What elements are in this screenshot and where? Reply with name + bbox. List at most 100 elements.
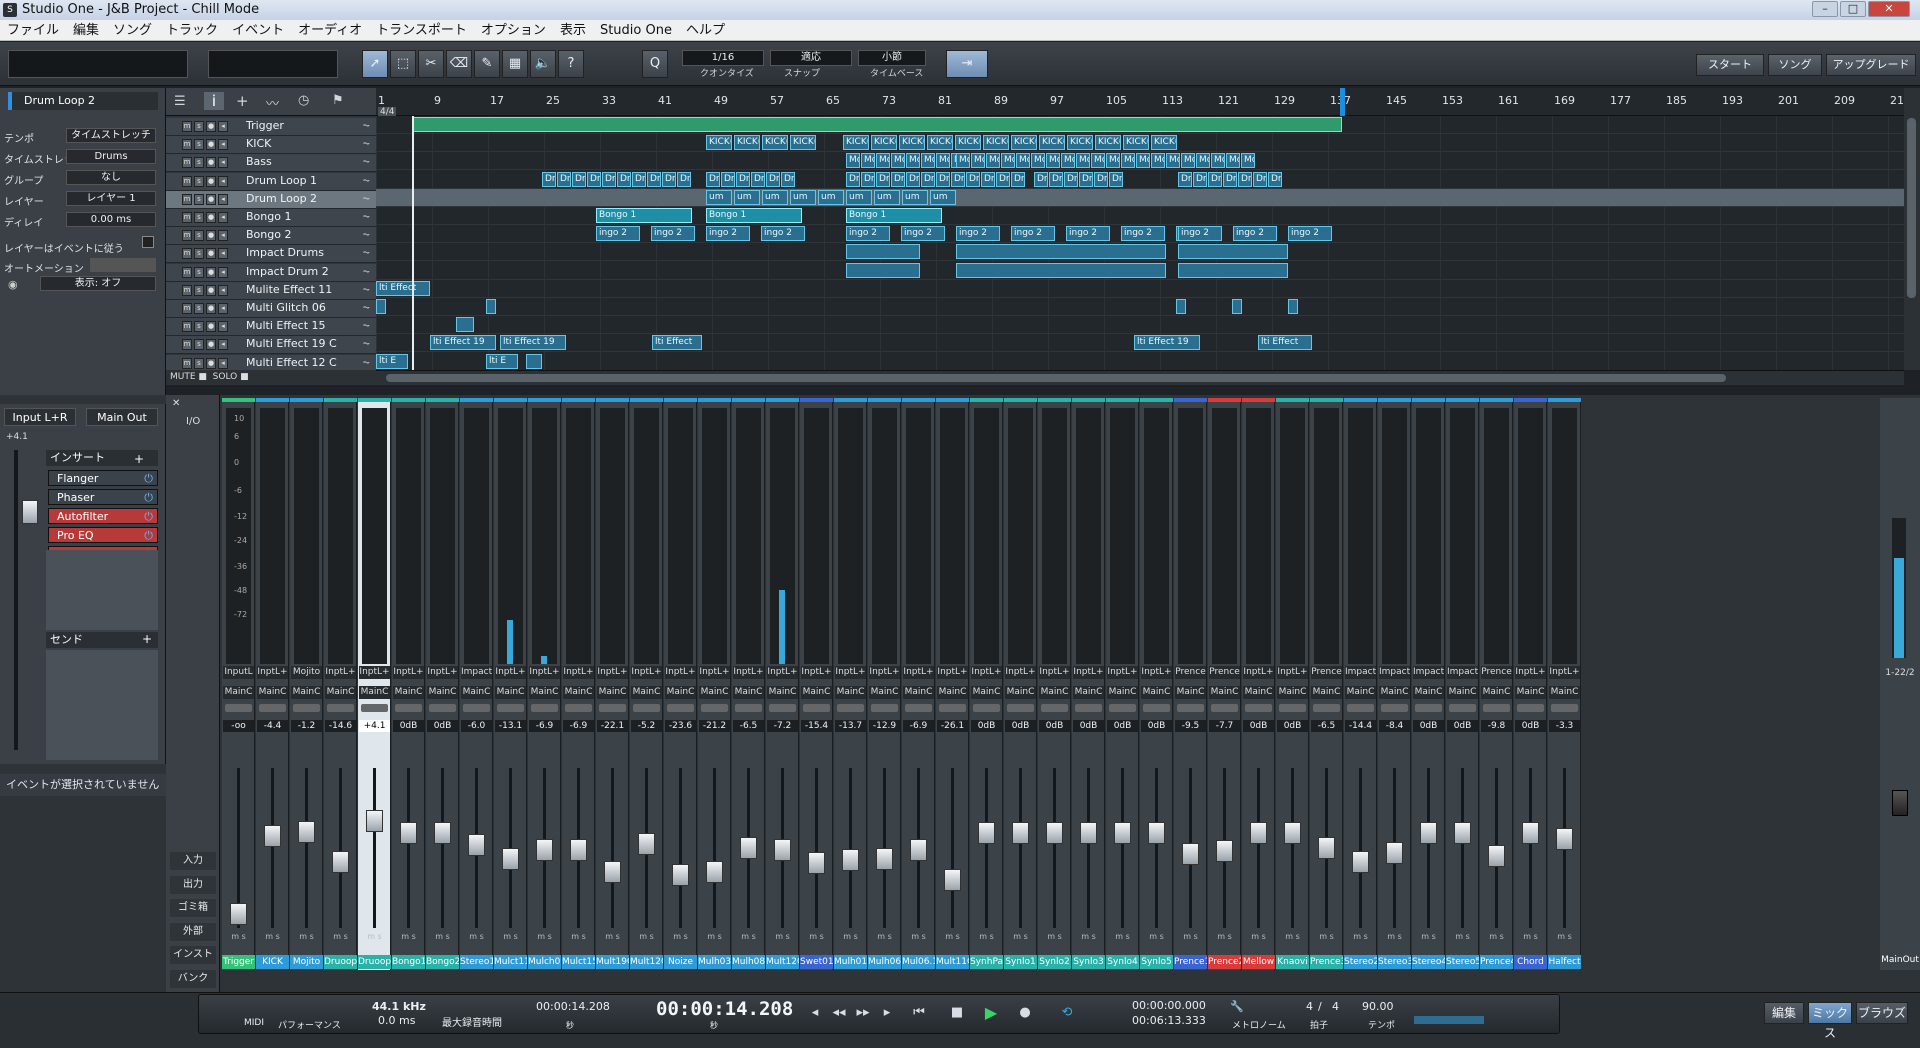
mute-button[interactable]: m bbox=[182, 321, 192, 333]
clip[interactable]: Mc bbox=[1016, 153, 1030, 169]
mixer-channel[interactable]: Impact MainC 0dB m s Stereo5 bbox=[1446, 398, 1479, 970]
pan-slider[interactable] bbox=[259, 704, 286, 712]
mixer-channel[interactable]: InptL+ MainC -7.2 m s Mult12C bbox=[766, 398, 799, 970]
listen-tool-icon[interactable]: 🔈 bbox=[530, 50, 556, 78]
monitor-button[interactable]: ◂ bbox=[218, 321, 228, 333]
clip[interactable]: lti Effect 19 bbox=[500, 335, 566, 351]
solo-button[interactable]: s bbox=[194, 321, 204, 333]
solo-button[interactable]: s bbox=[194, 284, 204, 296]
clip[interactable]: Dr bbox=[1049, 171, 1063, 187]
main-fader[interactable] bbox=[1892, 790, 1908, 816]
track-name[interactable]: Mulite Effect 11 bbox=[246, 283, 332, 296]
preset-dropdown-2[interactable] bbox=[208, 50, 338, 78]
volume-fader[interactable] bbox=[264, 825, 281, 847]
output-select[interactable]: MainC bbox=[1005, 686, 1036, 699]
clip[interactable]: ingo 2 bbox=[651, 226, 695, 242]
eye-icon[interactable]: ◉ bbox=[8, 278, 18, 291]
insert-slot[interactable]: Flanger ⏻ bbox=[48, 470, 158, 486]
input-select[interactable]: InptL+ bbox=[529, 666, 560, 679]
mixer-channel[interactable]: Impact MainC 0dB m s Stereo4 bbox=[1412, 398, 1445, 970]
mute-solo-buttons[interactable]: m s bbox=[1550, 932, 1579, 941]
track-header[interactable]: m s ● ◂ Impact Drum 2 ⏦ bbox=[166, 263, 376, 282]
clip[interactable]: Mc bbox=[906, 153, 920, 169]
pan-slider[interactable] bbox=[701, 704, 728, 712]
volume-readout[interactable]: -12.9 bbox=[869, 720, 900, 732]
channel-name[interactable]: Noize bbox=[664, 955, 697, 969]
output-select[interactable]: MainC bbox=[495, 686, 526, 699]
monitor-button[interactable]: ◂ bbox=[218, 357, 228, 369]
volume-fader[interactable] bbox=[1454, 822, 1471, 844]
track-header[interactable]: m s ● ◂ Bongo 2 ⏦ bbox=[166, 227, 376, 246]
record-arm-button[interactable]: ● bbox=[206, 212, 216, 223]
split-tool-icon[interactable]: ✂ bbox=[418, 50, 444, 78]
channel-name[interactable]: Synlo1 bbox=[1004, 955, 1037, 969]
input-select[interactable]: InptL+ bbox=[801, 666, 832, 679]
channel-name[interactable]: Mulct15 bbox=[562, 955, 595, 969]
monitor-button[interactable]: ◂ bbox=[218, 284, 228, 296]
clip[interactable]: Dr bbox=[602, 171, 616, 187]
volume-readout[interactable]: -6.9 bbox=[563, 720, 594, 732]
channel-name[interactable]: Druoop2 bbox=[358, 955, 391, 969]
track-name[interactable]: Impact Drums bbox=[246, 246, 324, 259]
input-select[interactable]: InptL+ bbox=[427, 666, 458, 679]
clip[interactable]: lti Effect bbox=[652, 335, 702, 351]
track-name[interactable]: Bass bbox=[246, 155, 272, 168]
track-lane[interactable] bbox=[376, 316, 1904, 335]
solo-button[interactable]: s bbox=[194, 139, 204, 151]
channel-name[interactable]: Mult12C bbox=[766, 955, 799, 969]
track-name[interactable]: Drum Loop 2 bbox=[246, 192, 317, 205]
output-select[interactable]: MainC bbox=[1243, 686, 1274, 699]
channel-name[interactable]: Druoop1 bbox=[324, 955, 357, 969]
record-arm-button[interactable]: ● bbox=[206, 357, 216, 369]
mixer-channel[interactable]: Impact MainC -6.0 m s Stereo1 bbox=[460, 398, 493, 970]
side-label[interactable]: 出力 bbox=[170, 875, 216, 894]
clip[interactable] bbox=[846, 262, 920, 278]
mixer-channel[interactable]: InptL+ MainC 0dB m s Synlo2 bbox=[1038, 398, 1071, 970]
track-header[interactable]: m s ● ◂ Multi Effect 15 ⏦ bbox=[166, 318, 376, 337]
preset-dropdown-1[interactable] bbox=[8, 50, 188, 78]
input-select[interactable]: InptL+ bbox=[767, 666, 798, 679]
input-select[interactable]: Impact bbox=[1447, 666, 1478, 679]
clip[interactable]: Dr bbox=[891, 171, 905, 187]
pan-slider[interactable] bbox=[361, 704, 388, 712]
clip[interactable]: Dr bbox=[1011, 171, 1025, 187]
volume-fader[interactable] bbox=[740, 837, 757, 859]
input-select[interactable]: InptL+ bbox=[563, 666, 594, 679]
clip[interactable]: lti Effect bbox=[1258, 335, 1312, 351]
pan-slider[interactable] bbox=[565, 704, 592, 712]
track-lane[interactable]: KICK(KICK(KICK(KICK(KICK(KICK(KICK(KICK(… bbox=[376, 134, 1904, 153]
mute-solo-buttons[interactable]: m s bbox=[1414, 932, 1443, 941]
input-select[interactable]: InptL+ bbox=[699, 666, 730, 679]
track-lane[interactable] bbox=[376, 262, 1904, 280]
edit-view-button[interactable]: 編集 bbox=[1764, 1002, 1804, 1024]
mute-solo-buttons[interactable]: m s bbox=[326, 932, 355, 941]
input-select[interactable]: InptL+ bbox=[971, 666, 1002, 679]
clip[interactable]: KICK( bbox=[1151, 135, 1177, 151]
record-arm-button[interactable]: ● bbox=[206, 284, 216, 296]
input-select[interactable]: InptL+ bbox=[359, 666, 390, 679]
channel-name[interactable]: Stereo4 bbox=[1412, 955, 1445, 969]
track-name[interactable]: Multi Effect 12 C bbox=[246, 356, 337, 369]
record-arm-button[interactable]: ● bbox=[206, 193, 216, 205]
upgrade-button[interactable]: アップグレード bbox=[1826, 54, 1916, 76]
clip[interactable]: lti Effect 19 bbox=[430, 335, 496, 351]
solo-button[interactable]: s bbox=[194, 266, 204, 278]
maximize-icon[interactable]: □ bbox=[1840, 1, 1866, 17]
clip[interactable]: Dr bbox=[781, 171, 795, 187]
channel-name[interactable]: Mulch06 bbox=[528, 955, 561, 969]
channel-name[interactable]: Knaovi bbox=[1276, 955, 1309, 969]
mixer-channel[interactable]: Impact MainC -14.4 m s Stereo2 bbox=[1344, 398, 1377, 970]
track-header[interactable]: m s ● ◂ Bongo 1 ⏦ bbox=[166, 209, 376, 227]
pan-slider[interactable] bbox=[1449, 704, 1476, 712]
volume-readout[interactable]: -6.5 bbox=[1311, 720, 1342, 732]
volume-fader[interactable] bbox=[1420, 822, 1437, 844]
volume-readout[interactable]: -8.4 bbox=[1379, 720, 1410, 732]
clip[interactable]: KICK( bbox=[790, 135, 816, 151]
volume-readout[interactable]: 0dB bbox=[393, 720, 424, 732]
clip[interactable]: Dr bbox=[662, 171, 676, 187]
loop-icon[interactable]: ⟲ bbox=[1050, 1002, 1084, 1024]
menu-file[interactable]: ファイル bbox=[0, 20, 66, 41]
clip[interactable]: um bbox=[930, 189, 956, 205]
output-select[interactable]: MainC bbox=[665, 686, 696, 699]
clip[interactable]: lti E bbox=[376, 353, 408, 369]
